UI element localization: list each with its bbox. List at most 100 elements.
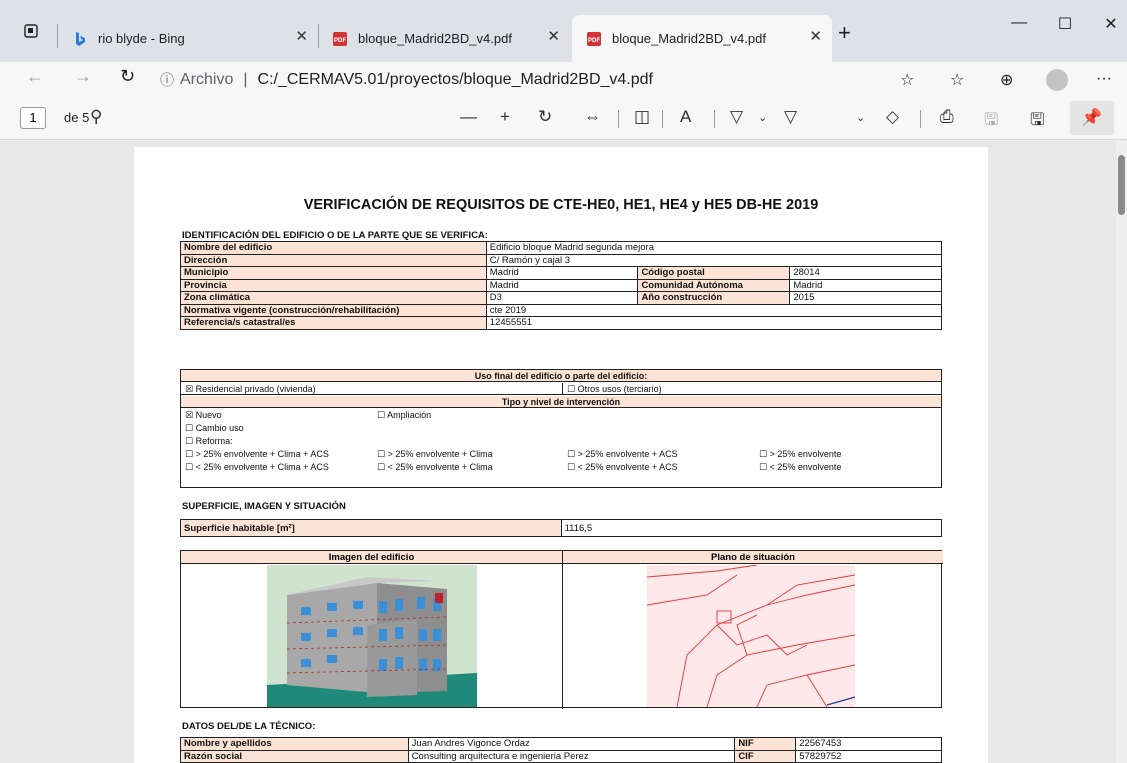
- plano-header: Plano de situación: [563, 551, 943, 564]
- cell-label: Nombre del edificio: [180, 241, 487, 255]
- tab-pdf-2-active[interactable]: PDF bloque_Madrid2BD_v4.pdf ✕: [572, 15, 832, 62]
- cell-value: Madrid: [485, 266, 639, 280]
- cell-value: Juan Andres Vigonce Ordaz: [407, 737, 736, 751]
- zoom-in-icon[interactable]: +: [500, 107, 510, 127]
- cell-label: Referencia/s catastral/es: [180, 316, 487, 330]
- search-icon[interactable]: ⚲: [90, 107, 102, 127]
- checkbox-residencial[interactable]: ☒ Residencial privado (vivienda): [185, 383, 316, 395]
- checkbox-reforma-option[interactable]: ☐ > 25% envolvente + Clima + ACS: [185, 449, 329, 460]
- tab-label: bloque_Madrid2BD_v4.pdf: [358, 31, 512, 46]
- toolbar-divider: [618, 110, 619, 128]
- chevron-down-icon[interactable]: ⌄: [758, 111, 767, 124]
- minimize-button[interactable]: —: [996, 14, 1042, 32]
- tab-pdf-1[interactable]: PDF bloque_Madrid2BD_v4.pdf ✕: [318, 15, 570, 62]
- print-icon[interactable]: ⎙: [940, 107, 954, 127]
- cell-value: 22567453: [795, 737, 942, 751]
- tab-label: rio blyde - Bing: [98, 31, 185, 46]
- save-as-icon[interactable]: 🖫: [1030, 107, 1044, 136]
- cell-label: Nombre y apellidos: [180, 737, 409, 751]
- fit-page-icon[interactable]: ⇔: [584, 107, 601, 127]
- checkbox-reforma[interactable]: ☐ Reforma:: [185, 436, 233, 447]
- profile-avatar[interactable]: [1046, 69, 1068, 91]
- highlight-icon[interactable]: ▽: [784, 107, 797, 127]
- pin-icon: 📌: [1081, 108, 1103, 127]
- back-button[interactable]: ←: [26, 66, 44, 87]
- new-tab-button[interactable]: +: [838, 20, 851, 46]
- cell-label: Zona climática: [180, 291, 487, 305]
- vertical-scrollbar[interactable]: [1116, 141, 1127, 763]
- checkbox-reforma-option[interactable]: ☐ < 25% envolvente + Clima + ACS: [185, 462, 329, 473]
- toolbar-divider: [920, 110, 921, 128]
- table-row: Razón social Consulting arquitectura e i…: [180, 749, 942, 763]
- maximize-button[interactable]: ☐: [1042, 14, 1088, 34]
- forward-button[interactable]: →: [74, 66, 92, 87]
- checkbox-cambio-uso[interactable]: ☐ Cambio uso: [185, 423, 244, 434]
- image-map-box: Imagen del edificio Plano de situación: [180, 550, 943, 709]
- close-window-button[interactable]: ✕: [1088, 14, 1127, 34]
- favorites-icon[interactable]: ☆: [950, 70, 964, 90]
- section-tecnico: DATOS DEL/DE LA TÉCNICO:: [182, 721, 316, 732]
- checkbox-reforma-option[interactable]: ☐ > 25% envolvente + ACS: [567, 449, 678, 460]
- cell-label: Año construcción: [637, 291, 791, 305]
- cell-label: Comunidad Autónoma: [637, 278, 791, 292]
- save-icon[interactable]: 🖫: [984, 107, 998, 136]
- checkbox-reforma-option[interactable]: ☐ < 25% envolvente + ACS: [567, 462, 678, 473]
- chevron-down-icon[interactable]: ⌄: [856, 111, 865, 124]
- close-icon[interactable]: ✕: [547, 27, 560, 45]
- address-separator: |: [243, 71, 248, 88]
- address-bar[interactable]: ⓘ Archivo | C:/_CERMAV5.01/proyectos/blo…: [160, 68, 920, 92]
- checkbox-reforma-option[interactable]: ☐ < 25% envolvente + Clima: [377, 462, 493, 473]
- scrollbar-thumb[interactable]: [1118, 155, 1125, 215]
- cell-value: Consulting arquitectura e ingenieria Per…: [407, 749, 736, 763]
- cell-label: Municipio: [180, 266, 487, 280]
- address-prefix: Archivo: [180, 71, 234, 88]
- tab-actions-button[interactable]: [0, 0, 62, 62]
- checkbox-reforma-option[interactable]: ☐ < 25% envolvente: [759, 462, 841, 473]
- table-row: Provincia Madrid Comunidad Autónoma Madr…: [180, 278, 942, 292]
- pdf-toolbar: 1 de 5 ⚲ — + ↻ ⇔ ◫ A ▽ ⌄ ▽ ⌄ ◇ ⎙ 🖫 🖫 📌: [0, 96, 1127, 140]
- pdf-viewer[interactable]: VERIFICACIÓN DE REQUISITOS DE CTE-HE0, H…: [0, 141, 1116, 763]
- page-total: de 5: [64, 110, 90, 125]
- read-aloud-icon[interactable]: A: [680, 107, 691, 127]
- toolbar-divider: [662, 110, 663, 128]
- tab-bing[interactable]: rio blyde - Bing ✕: [58, 15, 318, 62]
- cell-label: Normativa vigente (construcción/rehabili…: [180, 303, 487, 317]
- cell-label: Código postal: [637, 266, 791, 280]
- pdf-icon: PDF: [587, 31, 601, 46]
- cell-value: 12455551: [485, 316, 943, 330]
- checkbox-otros[interactable]: ☐ Otros usos (terciario): [567, 383, 662, 395]
- checkbox-ampliacion[interactable]: ☐ Ampliación: [377, 410, 431, 421]
- tab-actions-icon: [24, 24, 38, 38]
- close-icon[interactable]: ✕: [295, 27, 308, 45]
- cell-label: NIF: [734, 737, 797, 751]
- checkbox-nuevo[interactable]: ☒ Nuevo: [185, 410, 222, 421]
- info-icon[interactable]: ⓘ: [160, 70, 174, 90]
- imagen-header: Imagen del edificio: [181, 551, 562, 564]
- collections-icon[interactable]: ⊕: [1000, 70, 1013, 90]
- cell-divider: [562, 551, 563, 709]
- building-image: [267, 565, 477, 707]
- cell-value: 57829752: [795, 749, 942, 763]
- document-title: VERIFICACIÓN DE REQUISITOS DE CTE-HE0, H…: [303, 197, 819, 213]
- refresh-button[interactable]: ↻: [120, 66, 135, 87]
- zoom-out-icon[interactable]: —: [460, 107, 477, 127]
- cell-value: cte 2019: [485, 303, 943, 317]
- navigation-bar: ← → ↻ ⓘ Archivo | C:/_CERMAV5.01/proyect…: [0, 62, 1127, 96]
- rotate-icon[interactable]: ↻: [538, 107, 552, 127]
- checkbox-reforma-option[interactable]: ☐ > 25% envolvente + Clima: [377, 449, 493, 460]
- cell-label: Dirección: [180, 253, 487, 267]
- page-view-icon[interactable]: ◫: [634, 107, 650, 127]
- more-icon[interactable]: ···: [1096, 70, 1112, 88]
- bing-icon: [76, 31, 85, 46]
- read-aloud-icon[interactable]: ☆: [900, 70, 914, 90]
- cell-value: 2015: [789, 291, 942, 305]
- tab-strip: rio blyde - Bing ✕ PDF bloque_Madrid2BD_…: [0, 0, 1127, 62]
- pin-toolbar-button[interactable]: 📌: [1070, 101, 1114, 135]
- checkbox-reforma-option[interactable]: ☐ > 25% envolvente: [759, 449, 841, 460]
- page-number-input[interactable]: 1: [20, 107, 46, 129]
- erase-icon[interactable]: ◇: [886, 107, 899, 127]
- table-row: Nombre y apellidos Juan Andres Vigonce O…: [180, 737, 942, 751]
- close-icon[interactable]: ✕: [809, 27, 822, 45]
- draw-icon[interactable]: ▽: [730, 107, 743, 127]
- cell-value: C/ Ramón y cajal 3: [485, 253, 943, 267]
